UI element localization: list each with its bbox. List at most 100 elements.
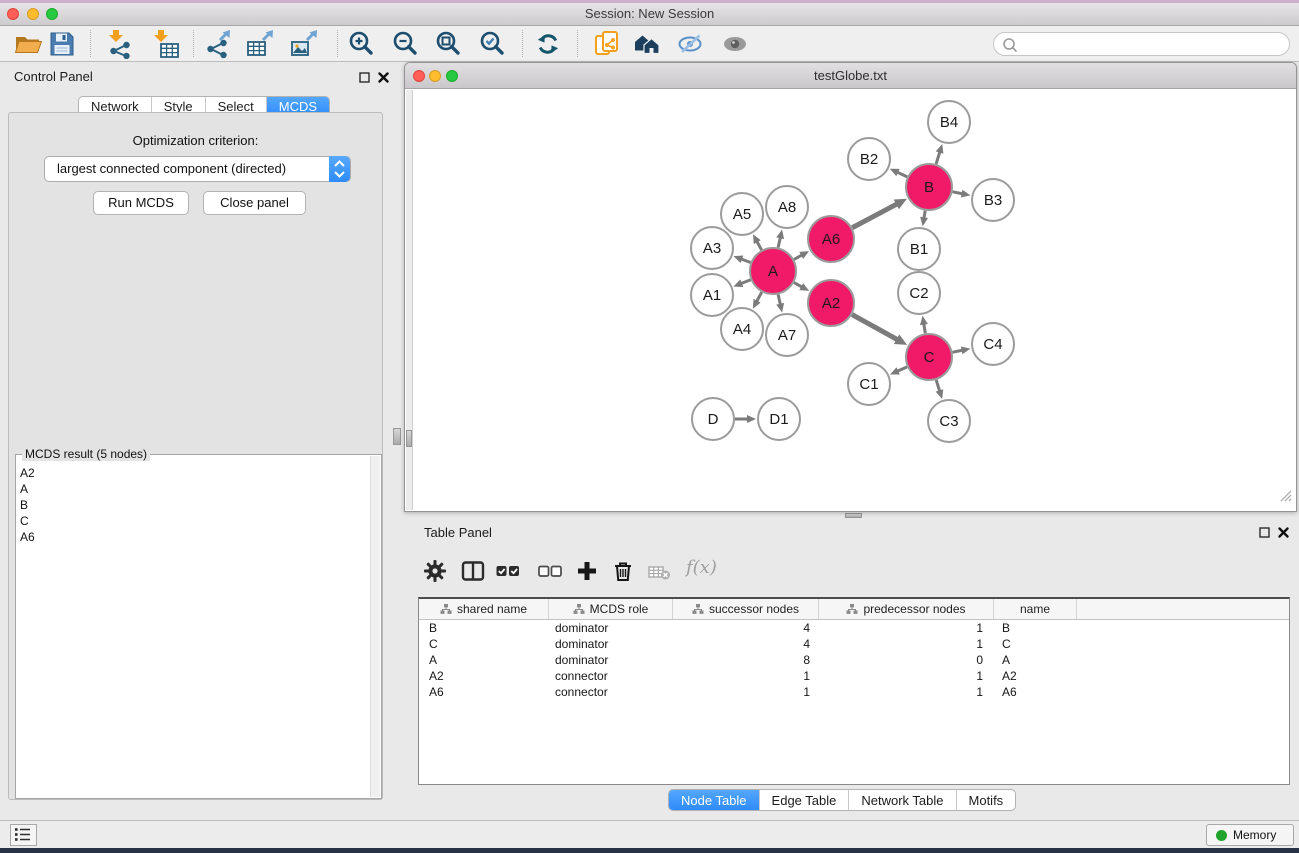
graph-edge-A-A1[interactable]	[733, 280, 750, 287]
cell[interactable]: C	[419, 636, 549, 652]
network-close-button[interactable]	[413, 70, 425, 82]
graph-edge-A-A7[interactable]	[776, 294, 784, 312]
cell[interactable]: 8	[673, 652, 819, 668]
import-network-icon[interactable]	[105, 29, 135, 59]
run-mcds-button[interactable]: Run MCDS	[93, 191, 189, 215]
result-list-item[interactable]: B	[20, 497, 367, 513]
graph-edge-D-D1[interactable]	[735, 415, 756, 423]
export-image-icon[interactable]	[290, 29, 320, 59]
eye-slash-icon[interactable]	[675, 29, 705, 59]
cell[interactable]: B	[419, 620, 549, 636]
cell[interactable]: 1	[673, 684, 819, 700]
search-input[interactable]	[1022, 35, 1280, 54]
zoom-selected-icon[interactable]	[477, 29, 507, 59]
graph-node-A7[interactable]: A7	[766, 314, 808, 356]
delete-table-icon[interactable]	[646, 557, 674, 585]
graph-edge-A-A8[interactable]	[776, 229, 784, 247]
cell[interactable]: A2	[994, 668, 1077, 684]
graph-node-A3[interactable]: A3	[691, 227, 733, 269]
table-row[interactable]: Cdominator41C	[419, 636, 1289, 652]
table-row[interactable]: A6connector11A6	[419, 684, 1289, 700]
graph-node-B4[interactable]: B4	[928, 101, 970, 143]
network-minimize-button[interactable]	[429, 70, 441, 82]
cell[interactable]: C	[994, 636, 1077, 652]
column-header-predecessor-nodes[interactable]: predecessor nodes	[819, 599, 994, 619]
cell[interactable]: A2	[419, 668, 549, 684]
mcds-result-scrollbar[interactable]	[370, 456, 380, 797]
open-session-icon[interactable]	[13, 29, 43, 59]
houses-icon[interactable]	[632, 29, 662, 59]
task-history-button[interactable]	[10, 824, 37, 846]
network-graph[interactable]: B4B2BB3A5A8A6A3B1AA1C2A2A4A7CC4C1C3DD1	[414, 90, 1298, 511]
export-table-icon[interactable]	[246, 29, 276, 59]
graph-node-D[interactable]: D	[692, 398, 734, 440]
network-canvas[interactable]: B4B2BB3A5A8A6A3B1AA1C2A2A4A7CC4C1C3DD1	[406, 90, 1295, 510]
memory-button[interactable]: Memory	[1206, 824, 1294, 846]
graph-node-C1[interactable]: C1	[848, 363, 890, 405]
table-row[interactable]: Adominator80A	[419, 652, 1289, 668]
graph-edge-B-B3[interactable]	[953, 190, 971, 198]
cell[interactable]: 0	[819, 652, 994, 668]
graph-edge-B-B4[interactable]	[936, 144, 944, 164]
network-left-gutter[interactable]	[406, 90, 413, 510]
graph-edge-A-A6[interactable]	[794, 251, 809, 259]
deselect-all-icon[interactable]	[536, 557, 564, 585]
result-list-item[interactable]: A	[20, 481, 367, 497]
resize-grip-icon[interactable]	[1278, 488, 1292, 507]
graph-edge-A-A4[interactable]	[753, 292, 762, 309]
graph-node-A1[interactable]: A1	[691, 274, 733, 316]
graph-node-A4[interactable]: A4	[721, 308, 763, 350]
control-panel-float-icon[interactable]	[358, 71, 372, 85]
tab-motifs[interactable]: Motifs	[956, 790, 1016, 810]
mcds-result-list[interactable]: A2ABCA6	[20, 465, 367, 794]
result-list-item[interactable]: A2	[20, 465, 367, 481]
graph-edge-C-C1[interactable]	[890, 367, 907, 375]
graph-edge-C-C3[interactable]	[936, 380, 944, 399]
column-header-successor-nodes[interactable]: successor nodes	[673, 599, 819, 619]
cell[interactable]: A	[994, 652, 1077, 668]
cell[interactable]: 1	[819, 620, 994, 636]
graph-node-B2[interactable]: B2	[848, 138, 890, 180]
zoom-fit-icon[interactable]	[433, 29, 463, 59]
cell[interactable]: A6	[994, 684, 1077, 700]
cell[interactable]: 1	[819, 668, 994, 684]
graph-node-B[interactable]: B	[906, 164, 952, 210]
cell[interactable]: 4	[673, 636, 819, 652]
cell[interactable]: 1	[819, 636, 994, 652]
save-session-icon[interactable]	[47, 29, 77, 59]
table-settings-gear-icon[interactable]	[421, 557, 449, 585]
cell[interactable]: 1	[673, 668, 819, 684]
cell[interactable]: B	[994, 620, 1077, 636]
graph-edge-A-A3[interactable]	[734, 256, 751, 263]
select-all-icon[interactable]	[494, 557, 522, 585]
graph-node-A8[interactable]: A8	[766, 186, 808, 228]
gutter-grip[interactable]	[406, 430, 412, 447]
network-window-titlebar[interactable]: testGlobe.txt	[405, 63, 1296, 89]
function-builder-icon[interactable]: f(x)	[686, 557, 717, 578]
column-header-name[interactable]: name	[994, 599, 1077, 619]
graph-edge-B-B2[interactable]	[890, 169, 907, 177]
import-table-icon[interactable]	[150, 29, 180, 59]
zoom-in-icon[interactable]	[346, 29, 376, 59]
add-column-icon[interactable]	[573, 557, 601, 585]
vertical-splitter[interactable]	[390, 62, 404, 820]
export-network-icon[interactable]	[203, 29, 233, 59]
cell[interactable]: dominator	[549, 636, 673, 652]
network-zoom-button[interactable]	[446, 70, 458, 82]
horizontal-splitter[interactable]	[404, 512, 1299, 519]
cell[interactable]: connector	[549, 668, 673, 684]
refresh-icon[interactable]	[533, 29, 563, 59]
cell[interactable]: 1	[819, 684, 994, 700]
graph-edge-A-A2[interactable]	[794, 283, 809, 291]
graph-edge-C-C2[interactable]	[920, 316, 928, 334]
eye-icon[interactable]	[720, 29, 750, 59]
cell[interactable]: A	[419, 652, 549, 668]
result-list-item[interactable]: C	[20, 513, 367, 529]
graph-edge-B-B1[interactable]	[920, 211, 928, 227]
table-row[interactable]: A2connector11A2	[419, 668, 1289, 684]
tab-edge-table[interactable]: Edge Table	[759, 790, 849, 810]
tab-node-table[interactable]: Node Table	[669, 790, 759, 810]
graph-node-D1[interactable]: D1	[758, 398, 800, 440]
graph-node-C2[interactable]: C2	[898, 272, 940, 314]
graph-node-A6[interactable]: A6	[808, 216, 854, 262]
